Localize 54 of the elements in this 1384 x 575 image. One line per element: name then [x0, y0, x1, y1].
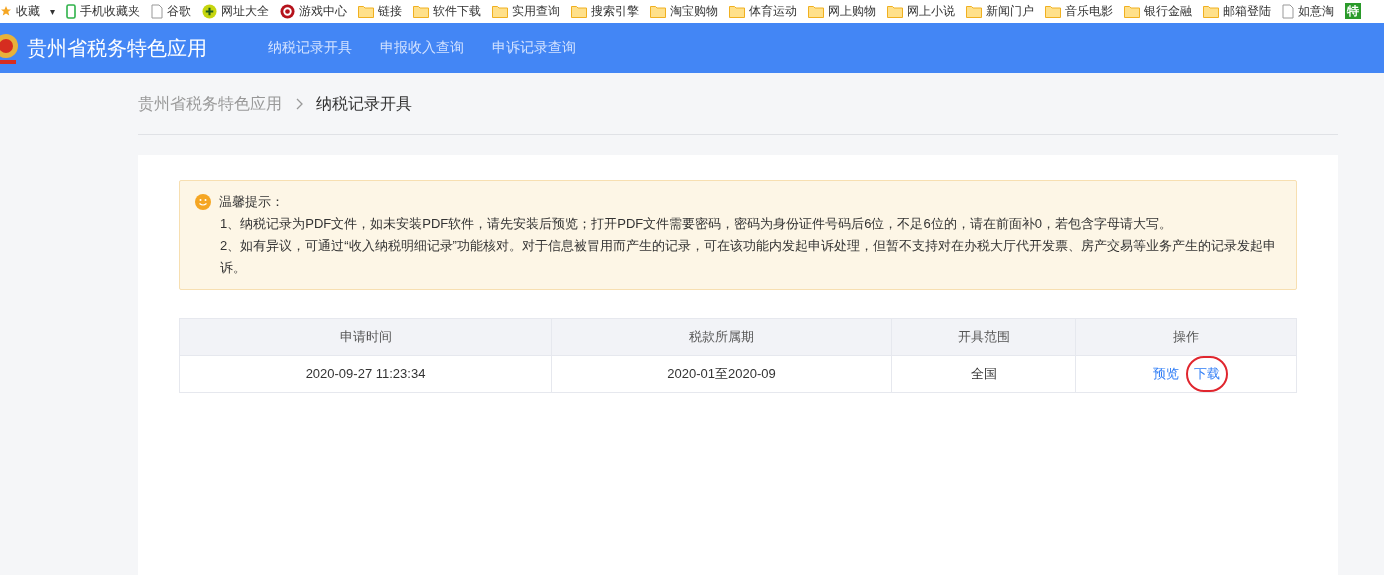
notice-title: 温馨提示：: [219, 193, 284, 211]
smiley-icon: [195, 194, 211, 210]
bookmark-link[interactable]: 银行金融: [1144, 2, 1192, 21]
folder-icon: [1045, 4, 1061, 18]
bookmark-link[interactable]: 音乐电影: [1065, 2, 1113, 21]
bookmark-link[interactable]: 手机收藏夹: [80, 2, 140, 21]
bookmark-link[interactable]: 如意淘: [1298, 2, 1334, 21]
folder-icon: [571, 4, 587, 18]
folder-icon: [887, 4, 903, 18]
chevron-right-icon: [294, 97, 304, 110]
bookmark-link[interactable]: 体育运动: [749, 2, 797, 21]
folder-icon: [1203, 4, 1219, 18]
page-icon: [1282, 3, 1294, 19]
bookmark-link[interactable]: 搜索引擎: [591, 2, 639, 21]
bookmark-link[interactable]: 游戏中心: [299, 2, 347, 21]
bookmark-link[interactable]: 邮箱登陆: [1223, 2, 1271, 21]
table-cell: 全国: [891, 355, 1076, 393]
bookmark-link[interactable]: 网上购物: [828, 2, 876, 21]
plus-circle-icon: [202, 3, 217, 19]
folder-icon: [1124, 4, 1140, 18]
page-icon: [151, 3, 163, 19]
bookmark-link[interactable]: 网上小说: [907, 2, 955, 21]
breadcrumb-link[interactable]: 纳税记录开具: [316, 91, 412, 116]
column-header: 开具范围: [891, 318, 1076, 356]
table-cell: 2020-01至2020-09: [551, 355, 892, 393]
game-icon: [280, 3, 295, 19]
bookmark-link[interactable]: 网址大全: [221, 2, 269, 21]
column-header: 税款所属期: [551, 318, 892, 356]
bookmark-link[interactable]: 软件下载: [433, 2, 481, 21]
folder-icon: [966, 4, 982, 18]
bookmark-link[interactable]: 收藏: [16, 2, 40, 21]
folder-icon: [492, 4, 508, 18]
app-title: 贵州省税务特色应用: [27, 35, 207, 61]
bookmark-link[interactable]: 谷歌: [167, 2, 191, 21]
column-header: 申请时间: [179, 318, 552, 356]
app-badge[interactable]: 特: [1345, 3, 1361, 20]
dropdown-caret[interactable]: ▾: [50, 3, 55, 19]
folder-icon: [358, 4, 374, 18]
column-header: 操作: [1075, 318, 1297, 356]
bookmark-link[interactable]: 链接: [378, 2, 402, 21]
folder-icon: [808, 4, 824, 18]
phone-icon: [66, 3, 76, 19]
folder-icon: [413, 4, 429, 18]
action-link[interactable]: 下载: [1193, 366, 1220, 382]
action-link[interactable]: 预览: [1152, 366, 1179, 382]
folder-icon: [650, 4, 666, 18]
folder-icon: [729, 4, 745, 18]
star-icon: [0, 5, 12, 18]
bookmark-link[interactable]: 淘宝购物: [670, 2, 718, 21]
notice-text: 1、纳税记录为PDF文件，如未安装PDF软件，请先安装后预览；打开PDF文件需要密码，密码为身份证件号码后6位，不足6位的，请在前面补0，若包含字母请大写。: [219, 215, 1173, 233]
notice-text: 2、如有异议，可通过“收入纳税明细记录”功能核对。对于信息被冒用而产生的记录，可在该功能内发起申诉处理，但暂不支持对在办税大厅代开发票、房产交易等业务产生的记录发起申诉。: [219, 237, 1277, 277]
bookmark-link[interactable]: 新闻门户: [986, 2, 1034, 21]
bookmark-link[interactable]: 实用查询: [512, 2, 560, 21]
table-cell: 2020-09-27 11:23:34: [179, 355, 552, 393]
